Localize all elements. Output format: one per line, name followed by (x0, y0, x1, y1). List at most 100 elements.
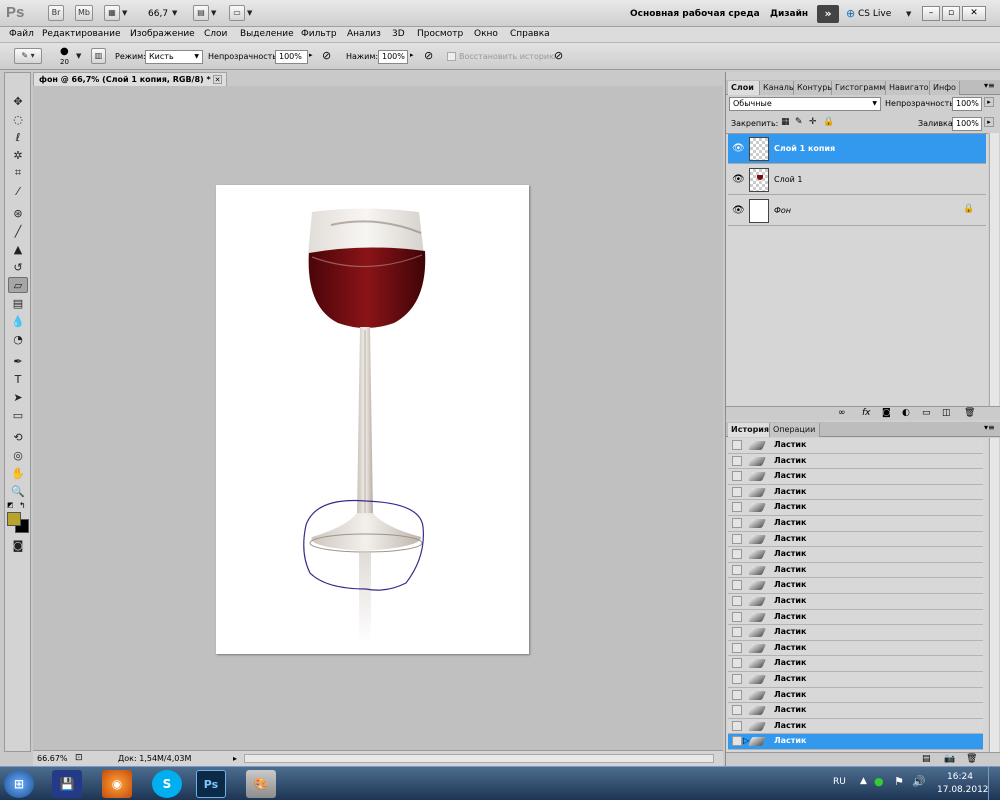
tool-preset-picker[interactable]: ✎ ▾ (14, 48, 42, 64)
tab-layers[interactable]: Слои (728, 81, 760, 95)
clock-date[interactable]: 17.08.2012 (937, 785, 989, 795)
chevron-right-icon[interactable]: ▸ (984, 97, 994, 107)
layer-name[interactable]: Слой 1 (774, 175, 802, 184)
chevron-down-icon[interactable]: ▼ (247, 9, 252, 17)
photoshop-taskbar-icon[interactable]: Ps (196, 770, 226, 798)
snapshot-source-checkbox[interactable] (732, 736, 742, 747)
tab-channels[interactable]: Каналы (760, 81, 795, 95)
swap-colors-icon[interactable]: ↰ (19, 501, 26, 510)
hand-tool-icon[interactable]: ✋ (8, 465, 28, 481)
eyedropper-tool-icon[interactable]: ⁄ (8, 183, 28, 199)
lock-all-icon[interactable]: 🔒 (823, 117, 834, 127)
visibility-eye-icon[interactable]: 👁 (732, 174, 745, 185)
blend-mode-select[interactable]: Обычные ▼ (729, 97, 881, 111)
history-state-row[interactable]: Ластик (728, 656, 983, 672)
layer-row[interactable]: 👁 Слой 1 (728, 165, 986, 195)
default-colors-icon[interactable]: ◩ (7, 501, 14, 509)
lock-pixels-icon[interactable]: ✎ (795, 117, 803, 127)
torrent-icon[interactable]: ● (874, 775, 884, 788)
new-layer-icon[interactable]: ◫ (942, 408, 951, 418)
layer-mask-icon[interactable]: ◙ (882, 408, 891, 418)
chevron-right-icon[interactable]: ▸ (309, 51, 313, 59)
chevron-right-icon[interactable]: ▸ (984, 117, 994, 127)
gradient-tool-icon[interactable]: ▤ (8, 295, 28, 311)
eraser-tool-icon[interactable]: ▱ (8, 277, 28, 293)
history-state-row[interactable]: Ластик (728, 718, 983, 735)
close-icon[interactable]: ✕ (213, 75, 222, 84)
volume-icon[interactable]: 🔊 (912, 775, 926, 788)
layer-row[interactable]: 👁 Слой 1 копия (728, 134, 986, 164)
workspace-essentials[interactable]: Основная рабочая среда (630, 9, 760, 19)
snapshot-source-checkbox[interactable] (732, 455, 742, 466)
history-state-row[interactable]: Ластик (728, 578, 983, 594)
pen-tool-icon[interactable]: ✒ (8, 353, 28, 369)
marquee-tool-icon[interactable]: ◌ (8, 111, 28, 127)
snapshot-source-checkbox[interactable] (732, 440, 742, 450)
view-extras-button[interactable]: ▦ (104, 5, 120, 21)
new-snapshot-icon[interactable]: 📷 (944, 754, 955, 764)
snapshot-source-checkbox[interactable] (732, 642, 742, 653)
restore-history-checkbox[interactable] (447, 52, 456, 61)
tab-histogram[interactable]: Гистограмма (832, 81, 886, 95)
restore-button[interactable]: ▫ (942, 6, 960, 21)
history-brush-tool-icon[interactable]: ↺ (8, 259, 28, 275)
tablet-size-icon[interactable]: ⊘ (554, 49, 563, 62)
history-state-row[interactable]: Ластик (728, 531, 983, 548)
snapshot-source-checkbox[interactable] (732, 658, 742, 669)
airbrush-icon[interactable]: ⊘ (424, 49, 433, 62)
mini-bridge-button[interactable]: Mb (75, 5, 93, 21)
start-button[interactable]: ⊞ (4, 770, 34, 798)
chevron-down-icon[interactable]: ▼ (76, 52, 81, 60)
history-state-row[interactable]: Ластик (728, 438, 983, 454)
history-state-row[interactable]: Ластик (728, 625, 983, 641)
layer-style-icon[interactable]: fx (862, 408, 871, 418)
layer-row[interactable]: 👁 Фон 🔒 (728, 196, 986, 226)
spot-healing-tool-icon[interactable]: ⊛ (8, 205, 28, 221)
trash-icon[interactable]: 🗑 (966, 754, 977, 764)
snapshot-source-checkbox[interactable] (732, 705, 742, 716)
menu-file[interactable]: Файл (9, 29, 34, 39)
snapshot-source-checkbox[interactable] (732, 580, 742, 591)
history-scrollbar[interactable] (989, 438, 999, 752)
minimize-button[interactable]: – (922, 6, 940, 21)
show-desktop-button[interactable] (988, 767, 1000, 800)
new-document-from-state-icon[interactable]: ▤ (922, 754, 931, 764)
zoom-status-field[interactable]: 66.67% (37, 754, 68, 763)
snapshot-source-checkbox[interactable] (732, 689, 742, 700)
history-state-row[interactable]: Ластик (728, 609, 983, 626)
tab-navigator[interactable]: Навигатор (886, 81, 930, 95)
menu-analysis[interactable]: Анализ (347, 29, 381, 39)
opacity-field[interactable]: 100% (275, 50, 308, 64)
visibility-eye-icon[interactable]: 👁 (732, 143, 745, 154)
chevron-right-icon[interactable]: ▸ (410, 51, 414, 59)
tab-history[interactable]: История (728, 423, 770, 437)
lock-position-icon[interactable]: ✛ (809, 117, 817, 127)
status-options-icon[interactable]: ⊡ (75, 753, 83, 763)
chevron-down-icon[interactable]: ▼ (906, 10, 911, 18)
brush-tip-icon[interactable]: ● (60, 46, 69, 57)
menu-window[interactable]: Окно (474, 29, 498, 39)
history-state-row[interactable]: Ластик (728, 484, 983, 501)
3d-orbit-tool-icon[interactable]: ◎ (8, 447, 28, 463)
clock-time[interactable]: 16:24 (947, 772, 973, 782)
menu-help[interactable]: Справка (510, 29, 550, 39)
clone-stamp-tool-icon[interactable]: ▲ (8, 241, 28, 257)
menu-filter[interactable]: Фильтр (301, 29, 337, 39)
zoom-level[interactable]: 66,7 (148, 9, 168, 19)
history-state-row[interactable]: Ластик (728, 453, 983, 470)
snapshot-source-checkbox[interactable] (732, 720, 742, 731)
history-state-row[interactable]: Ластик (728, 640, 983, 657)
snapshot-source-checkbox[interactable] (732, 596, 742, 606)
brush-tool-icon[interactable]: ╱ (8, 223, 28, 239)
history-state-row[interactable]: Ластик (728, 687, 983, 704)
paint-icon[interactable]: 🎨 (246, 770, 276, 798)
history-state-row[interactable]: Ластик (728, 516, 983, 532)
horizontal-scrollbar[interactable] (244, 754, 714, 763)
chevron-right-icon[interactable]: ▸ (233, 754, 237, 763)
chevron-down-icon[interactable]: ▼ (211, 9, 216, 17)
bridge-button[interactable]: Br (48, 5, 64, 21)
history-state-row[interactable]: Ластик (728, 562, 983, 579)
visibility-eye-icon[interactable]: 👁 (732, 205, 745, 216)
layers-scrollbar[interactable] (989, 133, 999, 406)
layer-opacity-field[interactable]: 100% (952, 97, 982, 111)
